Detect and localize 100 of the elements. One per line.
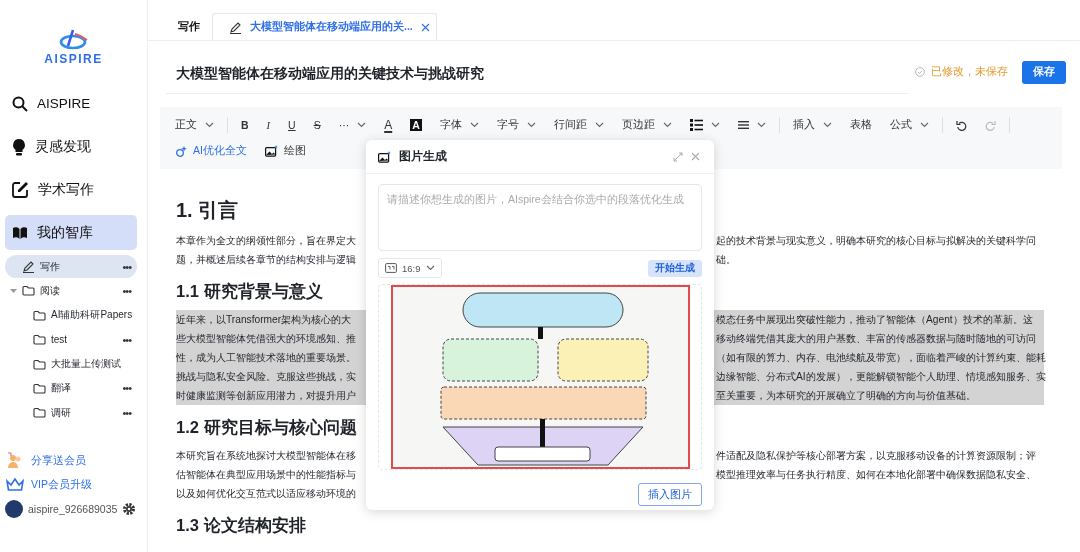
generate-button[interactable]: 开始生成 <box>648 259 702 277</box>
search-icon <box>12 95 28 112</box>
sparkle-icon <box>175 145 187 157</box>
list-icon[interactable] <box>689 119 703 131</box>
more-menu[interactable]: ••• <box>122 284 131 297</box>
dropdown-button[interactable]: 字号 <box>487 115 545 135</box>
username: aispire_926689035 <box>28 502 118 515</box>
book-icon <box>12 225 28 240</box>
paragraph-text: 边缘智能、分布式AI的发展），更能解锁智能个人助理、情境感知服务、实 <box>716 369 1046 384</box>
lightbulb-icon <box>12 137 26 156</box>
dropdown-button[interactable]: ··· <box>329 115 376 135</box>
caret-icon <box>919 122 929 128</box>
folder-icon <box>33 334 46 346</box>
dropdown-button[interactable]: 公式 <box>880 115 938 135</box>
paragraph-text: 挑战与隐私安全风险。克服这些挑战，实 <box>176 369 357 384</box>
dropdown-button[interactable]: 字体 <box>430 115 488 135</box>
pencil-icon <box>229 20 242 34</box>
caret-icon <box>425 265 435 271</box>
caret-icon <box>469 122 479 128</box>
paragraph-text: （如有限的算力、内存、电池续航及带宽），面临着严峻的计算约束、能耗 <box>716 350 1046 365</box>
paragraph-text: 起的技术背景与现实意义，明确本研究的核心目标与拟解决的关键科学问 <box>716 233 1036 248</box>
close-icon[interactable] <box>420 22 430 32</box>
edit-icon <box>12 181 29 198</box>
folder-icon <box>22 285 35 297</box>
avatar <box>5 499 23 518</box>
caret-icon <box>822 122 832 128</box>
image-icon <box>378 150 391 163</box>
pencil-icon <box>22 260 35 273</box>
bold-button[interactable]: B <box>232 115 258 135</box>
tree-item[interactable]: AI辅助科研Papers <box>5 303 137 327</box>
paragraph-text: 移动终端凭借其庞大的用户基数、丰富的传感器数据与随时随地的可访问 <box>716 331 1036 346</box>
promo-link[interactable]: VIP会员升级 <box>0 472 147 497</box>
caret-icon <box>756 122 766 128</box>
paragraph-text: 些大模型智能体凭借强大的环境感知、推 <box>176 331 357 346</box>
promo-link[interactable]: 分享送会员 <box>0 448 147 473</box>
settings-icon <box>122 501 137 516</box>
save-button[interactable]: 保存 <box>1022 60 1066 84</box>
undo-icon[interactable] <box>955 119 967 131</box>
nav-item[interactable]: AISPIRE <box>5 86 137 121</box>
tree-item[interactable]: 大批量上传测试 <box>5 352 137 376</box>
dropdown-button[interactable]: 正文 <box>166 115 223 135</box>
section-heading: 1.2 研究目标与核心问题 <box>176 417 357 438</box>
dropdown-button[interactable]: 页边距 <box>612 115 681 135</box>
toolbar-button[interactable]: 绘图 <box>255 141 315 161</box>
prompt-field[interactable]: 请描述你想生成的图片，AIspire会结合你选中的段落优化生成 <box>378 184 702 251</box>
document-title[interactable]: 大模型智能体在移动端应用的关键技术与挑战研究 <box>166 50 909 94</box>
section-heading: 1.1 研究背景与意义 <box>176 281 323 302</box>
underline-button[interactable]: U <box>279 115 305 135</box>
paragraph-text: 模型推理效率与任务执行精度、如何在本地化部署中确保数据隐私安全、 <box>716 467 1036 482</box>
section-heading: 1. 引言 <box>176 198 239 223</box>
more-menu[interactable]: ••• <box>122 406 131 419</box>
aspect-ratio-icon <box>385 263 397 273</box>
paragraph-text: 时健康监测等创新应用潜力，对提升用户 <box>176 388 357 403</box>
dropdown-button[interactable]: 行间距 <box>544 115 613 135</box>
image-icon <box>264 145 278 157</box>
dialog-title: 图片生成 <box>399 149 448 164</box>
highlight-button[interactable]: A <box>401 115 431 135</box>
tree-item[interactable]: 写作 ••• <box>5 255 137 278</box>
folder-icon <box>33 358 46 370</box>
paragraph-text: 本章作为全文的纲领性部分，旨在界定大 <box>176 233 357 248</box>
nav-item[interactable]: 学术写作 <box>5 172 137 207</box>
document-tab[interactable]: 写作 <box>166 13 212 40</box>
check-circle-icon <box>915 67 925 77</box>
paragraph-text: 性，成为人工智能技术落地的重要场景。 <box>176 350 357 365</box>
more-menu[interactable]: ••• <box>122 333 131 346</box>
tree-item[interactable]: 调研 ••• <box>5 401 137 425</box>
insert-image-button[interactable]: 插入图片 <box>638 483 702 506</box>
tree-item[interactable]: test ••• <box>5 328 137 352</box>
expand-arrow-icon[interactable] <box>10 287 17 294</box>
nav-item[interactable]: 我的智库 <box>5 215 137 250</box>
more-menu[interactable]: ••• <box>122 260 131 273</box>
logo-icon <box>58 28 89 50</box>
align-icon[interactable] <box>737 120 749 130</box>
ratio-dropdown[interactable]: 16:9 <box>378 258 442 278</box>
caret-icon <box>594 122 604 128</box>
strikethrough-button[interactable]: S <box>304 115 330 135</box>
section-heading: 1.3 论文结构安排 <box>176 515 306 536</box>
more-menu[interactable]: ••• <box>122 382 131 395</box>
paragraph-text: 估智能体在典型应用场景中的性能指标与 <box>176 467 357 482</box>
tree-item[interactable]: 翻译 ••• <box>5 376 137 400</box>
paragraph-text: 础。 <box>716 252 736 267</box>
crown-icon <box>6 477 24 492</box>
paragraph-text: 近年来，以Transformer架构为核心的大 <box>176 312 353 327</box>
caret-icon <box>357 122 367 128</box>
toolbar-button[interactable]: 表格 <box>840 115 881 135</box>
folder-icon <box>33 407 46 419</box>
dropdown-button[interactable]: 插入 <box>783 115 841 135</box>
save-status: 已修改，未保存 <box>931 65 1008 79</box>
nav-item[interactable]: 灵感发现 <box>5 129 137 164</box>
tree-item[interactable]: 阅读 ••• <box>5 279 137 303</box>
document-tab[interactable]: 大模型智能体在移动端应用的关... <box>212 13 437 40</box>
paragraph-text: 以及如何优化交互范式以适应移动环境的 <box>176 486 357 501</box>
toolbar-button[interactable]: AI优化全文 <box>166 141 256 161</box>
font-color-button[interactable]: A <box>375 115 402 135</box>
folder-icon <box>33 309 46 321</box>
paragraph-text: 模态任务中展现出突破性能力，推动了智能体（Agent）技术的革新。这 <box>716 312 1033 327</box>
paragraph-text: 题，并概述后续各章节的结构安排与逻辑 <box>176 252 357 267</box>
caret-icon <box>205 122 214 128</box>
caret-icon <box>710 122 720 128</box>
italic-button[interactable]: I <box>257 115 280 135</box>
